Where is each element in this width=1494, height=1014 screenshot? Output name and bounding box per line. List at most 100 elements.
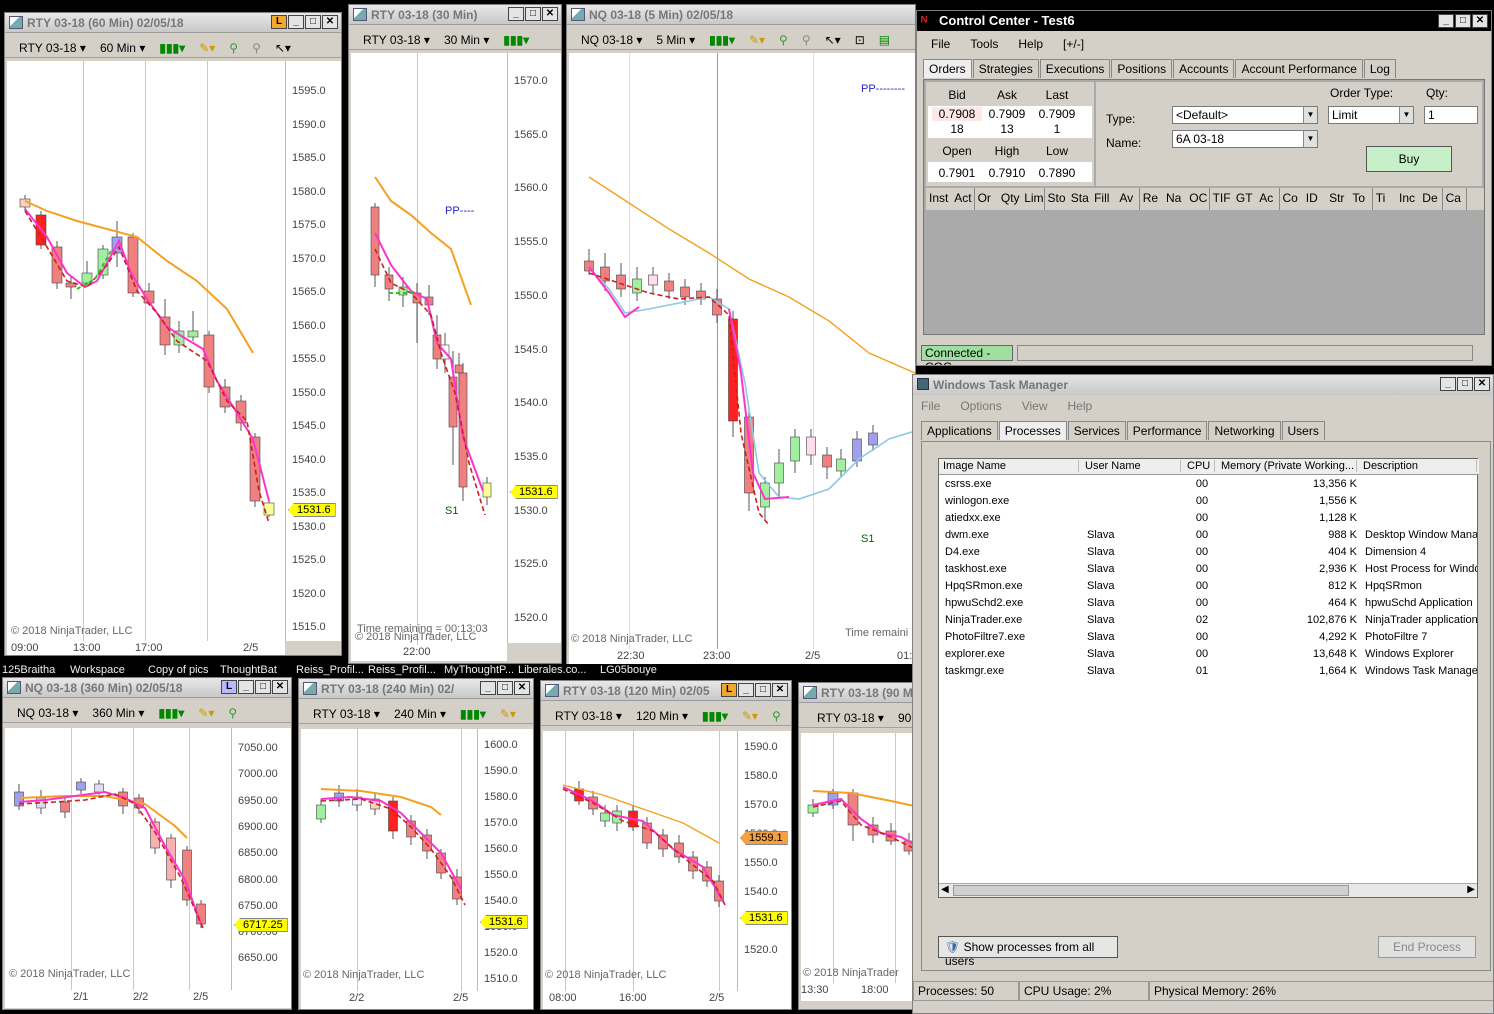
- tab-accounts[interactable]: Accounts: [1173, 59, 1235, 78]
- process-row[interactable]: D4.exe Slava 00 404 K Dimension 4: [939, 545, 1479, 562]
- minimize-button[interactable]: _: [480, 681, 496, 695]
- chart-window-nq-360min[interactable]: NQ 03-18 (360 Min) 02/05/18 L _ □ ✕ NQ 03-1…: [2, 677, 292, 1010]
- grid-column-header[interactable]: Str: [1326, 188, 1351, 210]
- instrument-selector[interactable]: RTY 03-18 ▾: [817, 711, 884, 725]
- instrument-selector[interactable]: NQ 03-18 ▾: [17, 706, 78, 720]
- indicator-icon[interactable]: ⚲: [772, 709, 781, 723]
- price-axis[interactable]: 7050.00 7000.00 6950.00 6900.00 6850.00 6800.…: [231, 728, 291, 990]
- drawing-pencil-icon[interactable]: ✎▾: [199, 41, 215, 55]
- maximize-button[interactable]: □: [255, 680, 271, 694]
- order-type-dropdown[interactable]: Limit ▼: [1328, 106, 1414, 124]
- task-manager-window[interactable]: Windows Task Manager _ □ ✕ File Options View…: [912, 374, 1494, 1014]
- instrument-selector[interactable]: RTY 03-18 ▾: [363, 33, 430, 47]
- instrument-selector[interactable]: RTY 03-18 ▾: [19, 41, 86, 55]
- type-dropdown[interactable]: <Default> ▼: [1172, 106, 1318, 124]
- maximize-button[interactable]: □: [305, 15, 321, 29]
- chart-window-rty-30min[interactable]: RTY 03-18 (30 Min) _ □ ✕ RTY 03-18 ▾ 30 Mi…: [348, 4, 562, 664]
- time-axis[interactable]: 22:30 23:00 2/5 01:: [569, 649, 915, 665]
- chart-title-bar[interactable]: NQ 03-18 (5 Min) 02/05/18: [567, 5, 915, 25]
- close-button[interactable]: ✕: [322, 15, 338, 29]
- time-axis[interactable]: 22:00: [351, 645, 507, 661]
- grid-column-header[interactable]: GT: [1232, 188, 1257, 210]
- grid-column-header[interactable]: Fill: [1091, 188, 1118, 210]
- link-icon[interactable]: L: [271, 15, 287, 29]
- taskbar-item[interactable]: Liberales.co...: [518, 664, 586, 676]
- menu-item[interactable]: File: [921, 399, 940, 413]
- scroll-right-icon[interactable]: ▶: [1467, 884, 1475, 895]
- chart-title-bar[interactable]: RTY 03-18 (60 Min) 02/05/18 L _ □ ✕: [5, 13, 341, 33]
- tab-strategies[interactable]: Strategies: [972, 59, 1039, 78]
- scroll-left-icon[interactable]: ◀: [941, 884, 949, 895]
- taskbar-item[interactable]: MyThoughtP...: [444, 664, 514, 676]
- chart-title-bar[interactable]: RTY 03-18 (240 Min) 02/ _ □ ✕: [299, 679, 533, 699]
- taskbar-item[interactable]: ThoughtBat: [220, 664, 277, 676]
- time-axis[interactable]: 2/2 2/5: [301, 991, 533, 1009]
- chart-style-icon[interactable]: ▮▮▮▾: [158, 706, 184, 720]
- close-button[interactable]: ✕: [1474, 377, 1490, 391]
- process-column-header[interactable]: Memory (Private Working...: [1221, 460, 1357, 472]
- price-axis[interactable]: 1590.01580.01570.01560.01550.01540.01530…: [737, 731, 791, 991]
- time-axis[interactable]: 09:00 13:00 17:00 2/5: [7, 641, 285, 655]
- interval-selector[interactable]: 240 Min ▾: [394, 707, 446, 721]
- grid-column-header[interactable]: Or: [974, 188, 999, 210]
- process-row[interactable]: atiedxx.exe 00 1,128 K: [939, 511, 1479, 528]
- grid-column-header[interactable]: Re: [1139, 188, 1164, 210]
- process-row[interactable]: taskmgr.exe Slava 01 1,664 K Windows Task Ma…: [939, 664, 1479, 681]
- maximize-button[interactable]: □: [497, 681, 513, 695]
- maximize-button[interactable]: □: [755, 683, 771, 697]
- price-plot[interactable]: Time remaining = 00:13:03 © 2018 NinjaTr…: [351, 53, 507, 661]
- chart-title-bar[interactable]: RTY 03-18 (120 Min) 02/05 L _ □ ✕: [541, 681, 791, 701]
- interval-selector[interactable]: 30 Min ▾: [444, 33, 489, 47]
- time-axis[interactable]: 08:00 16:00 2/5: [543, 991, 791, 1009]
- taskbar-item[interactable]: LG05bouye: [600, 664, 657, 676]
- process-row[interactable]: taskhost.exe Slava 00 2,936 K Host Process f…: [939, 562, 1479, 579]
- tab-processes[interactable]: Processes: [998, 421, 1067, 440]
- chart-style-icon[interactable]: ▮▮▮▾: [702, 709, 728, 723]
- data-box-icon[interactable]: ▤: [879, 33, 890, 47]
- time-axis[interactable]: 13:30 18:00: [801, 983, 917, 1001]
- menu-item[interactable]: Help: [1018, 37, 1043, 57]
- price-plot[interactable]: PP-------- S1 Time remaini © 2018 NinjaT…: [569, 53, 915, 665]
- chart-title-bar[interactable]: NQ 03-18 (360 Min) 02/05/18 L _ □ ✕: [3, 678, 291, 698]
- interval-selector[interactable]: 60 Min ▾: [100, 41, 145, 55]
- indicator-icon[interactable]: ⚲: [228, 706, 237, 720]
- show-all-processes-button[interactable]: 🛡 Show processes from all users: [938, 936, 1118, 968]
- minimize-button[interactable]: _: [288, 15, 304, 29]
- drawing-pencil-icon[interactable]: ✎▾: [749, 33, 765, 47]
- grid-column-header[interactable]: Ti: [1372, 188, 1397, 210]
- link-icon[interactable]: L: [721, 683, 737, 697]
- grid-column-header[interactable]: Act: [951, 188, 976, 210]
- chart-style-icon[interactable]: ▮▮▮▾: [159, 41, 185, 55]
- indicator-icon[interactable]: ⚲: [229, 41, 238, 55]
- price-plot[interactable]: © 2018 NinjaTrader, LLC: [7, 61, 285, 653]
- end-process-button[interactable]: End Process: [1378, 936, 1476, 958]
- price-plot[interactable]: © 2018 NinjaTrader, LLC: [543, 731, 737, 991]
- price-axis[interactable]: 1600.0 1590.0 1580.0 1570.0 1560.0 1550.0 1540…: [477, 729, 533, 991]
- strategy-icon[interactable]: ⚲: [802, 33, 811, 47]
- maximize-button[interactable]: □: [525, 7, 541, 21]
- chart-style-icon[interactable]: ▮▮▮▾: [460, 707, 486, 721]
- buy-button[interactable]: Buy: [1366, 146, 1452, 172]
- grid-column-header[interactable]: OC: [1186, 188, 1211, 210]
- zoom-icon[interactable]: ⊡: [855, 33, 865, 47]
- interval-selector[interactable]: 360 Min ▾: [92, 706, 144, 720]
- instrument-name-dropdown[interactable]: 6A 03-18 ▼: [1172, 130, 1318, 148]
- tab-positions[interactable]: Positions: [1111, 59, 1173, 78]
- drawing-pencil-icon[interactable]: ✎▾: [742, 709, 758, 723]
- grid-column-header[interactable]: Inc: [1396, 188, 1420, 210]
- grid-column-header[interactable]: TIF: [1209, 188, 1234, 210]
- drawing-pencil-icon[interactable]: ✎▾: [500, 707, 516, 721]
- link-icon[interactable]: L: [221, 680, 237, 694]
- chart-window-rty-90min[interactable]: RTY 03-18 (90 M RTY 03-18 ▾ 90 M © 2018 …: [798, 682, 918, 1010]
- strategy-icon[interactable]: ⚲: [252, 41, 261, 55]
- grid-column-header[interactable]: De: [1419, 188, 1444, 210]
- process-list[interactable]: Image Name User Name CPU Memory (Private Wo…: [938, 458, 1479, 898]
- process-row[interactable]: PhotoFiltre7.exe Slava 00 4,292 K PhotoFiltr…: [939, 630, 1479, 647]
- chart-style-icon[interactable]: ▮▮▮▾: [503, 33, 529, 47]
- chart-window-rty-120min[interactable]: RTY 03-18 (120 Min) 02/05 L _ □ ✕ RTY 03-18…: [540, 680, 792, 1010]
- process-row[interactable]: hpwuSchd2.exe Slava 00 464 K hpwuSchd Applic…: [939, 596, 1479, 613]
- grid-column-header[interactable]: ID: [1302, 188, 1327, 210]
- drawing-pencil-icon[interactable]: ✎▾: [198, 706, 214, 720]
- process-row[interactable]: csrss.exe 00 13,356 K: [939, 477, 1479, 494]
- close-button[interactable]: ✕: [514, 681, 530, 695]
